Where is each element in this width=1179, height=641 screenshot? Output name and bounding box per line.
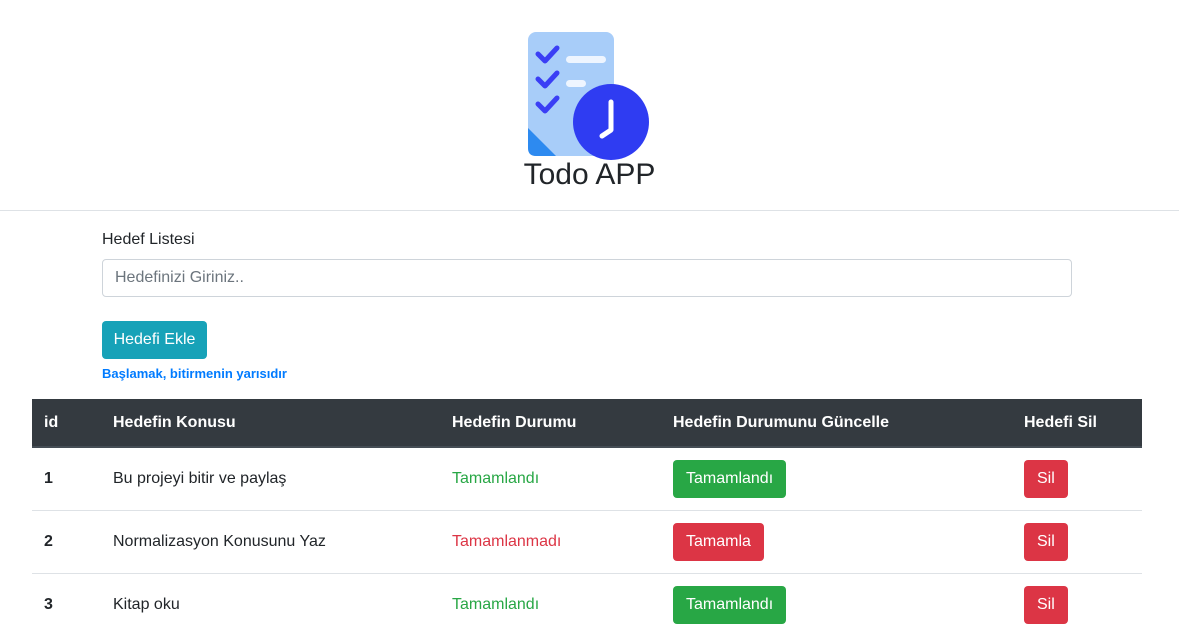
checklist-clock-icon — [528, 32, 649, 160]
row-topic: Kitap oku — [101, 572, 440, 636]
delete-goal-button[interactable]: Sil — [1024, 459, 1068, 498]
row-update-cell: Tamamlandı — [661, 446, 1012, 510]
row-id: 2 — [32, 509, 101, 573]
app-header: Todo APP — [0, 0, 1179, 211]
mark-completed-button[interactable]: Tamamlandı — [673, 585, 787, 624]
row-delete-cell: Sil — [1012, 509, 1142, 573]
table-row: 1 Bu projeyi bitir ve paylaş Tamamlandı … — [32, 446, 1142, 510]
column-header-status: Hedefin Durumu — [440, 399, 661, 448]
table-header-row: id Hedefin Konusu Hedefin Durumu Hedefin… — [32, 399, 1142, 448]
delete-goal-button[interactable]: Sil — [1024, 522, 1068, 561]
row-status: Tamamlanmadı — [440, 509, 661, 573]
row-status: Tamamlandı — [440, 446, 661, 510]
add-goal-button[interactable]: Hedefi Ekle — [102, 321, 207, 359]
row-update-cell: Tamamla — [661, 509, 1012, 573]
row-id: 1 — [32, 446, 101, 510]
complete-goal-button[interactable]: Tamamla — [673, 522, 764, 561]
goals-table: id Hedefin Konusu Hedefin Durumu Hedefin… — [32, 399, 1142, 636]
row-delete-cell: Sil — [1012, 572, 1142, 636]
row-delete-cell: Sil — [1012, 446, 1142, 510]
column-header-id: id — [32, 399, 101, 448]
goal-input[interactable] — [102, 259, 1072, 297]
motto-text: Başlamak, bitirmenin yarısıdır — [102, 366, 287, 381]
row-topic: Bu projeyi bitir ve paylaş — [101, 446, 440, 510]
column-header-update: Hedefin Durumunu Güncelle — [661, 399, 1012, 448]
column-header-delete: Hedefi Sil — [1012, 399, 1142, 448]
column-header-topic: Hedefin Konusu — [101, 399, 440, 448]
table-row: 3 Kitap oku Tamamlandı Tamamlandı Sil — [32, 572, 1142, 636]
row-status: Tamamlandı — [440, 572, 661, 636]
row-id: 3 — [32, 572, 101, 636]
delete-goal-button[interactable]: Sil — [1024, 585, 1068, 624]
goal-list-label: Hedef Listesi — [102, 231, 195, 248]
mark-completed-button[interactable]: Tamamlandı — [673, 459, 787, 498]
row-topic: Normalizasyon Konusunu Yaz — [101, 509, 440, 573]
row-update-cell: Tamamlandı — [661, 572, 1012, 636]
app-title: Todo APP — [523, 158, 656, 191]
table-row: 2 Normalizasyon Konusunu Yaz Tamamlanmad… — [32, 509, 1142, 573]
